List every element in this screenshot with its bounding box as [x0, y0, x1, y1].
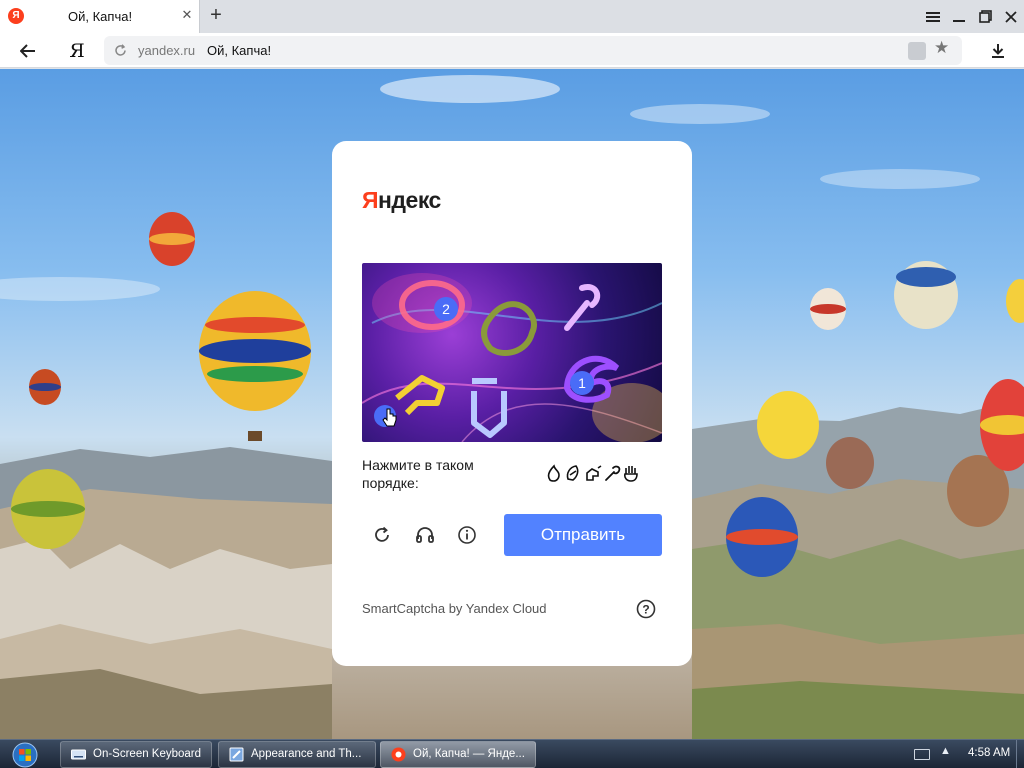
windows-taskbar: On-Screen Keyboard Appearance and Th... …: [0, 739, 1024, 768]
wrench-icon: [605, 465, 621, 481]
bookmark-star-icon[interactable]: ★: [934, 38, 949, 58]
tab-close-icon[interactable]: ✕: [180, 7, 194, 23]
help-icon[interactable]: ?: [635, 598, 657, 620]
icon-sequence: [546, 463, 642, 483]
close-icon[interactable]: [998, 0, 1024, 33]
puzzle-leaf-shape: [481, 301, 537, 356]
flame-icon: [547, 464, 560, 482]
keyboard-icon: [71, 747, 86, 762]
reload-icon[interactable]: [112, 42, 128, 58]
taskbar-item-appearance[interactable]: Appearance and Th...: [218, 741, 376, 768]
yandex-browser-icon: [391, 747, 406, 762]
tab-title: Ой, Капча!: [68, 9, 133, 24]
mouse-cursor-icon: [382, 408, 398, 428]
taskbar-clock[interactable]: 4:58 AM: [968, 747, 1010, 759]
puzzle-pointer-shape: [395, 375, 445, 416]
tray-expand-icon[interactable]: ▲: [940, 745, 951, 757]
download-icon[interactable]: [986, 39, 1010, 63]
help-glyph: ?: [642, 603, 649, 617]
minimize-icon[interactable]: [946, 0, 972, 33]
browser-toolbar: Я yandex.ru Ой, Капча! ★: [0, 33, 1024, 68]
click-marker-1[interactable]: 1: [570, 371, 594, 395]
start-button[interactable]: [7, 741, 43, 768]
hand-leaf-icon: [566, 465, 579, 481]
back-arrow-icon[interactable]: [16, 39, 40, 63]
restore-icon[interactable]: [972, 0, 998, 33]
hand-pointer-icon: [586, 465, 602, 481]
click-marker-2[interactable]: 2: [434, 297, 458, 321]
tab-bar: Я Ой, Капча! ✕ +: [0, 0, 1024, 33]
window-controls: [920, 0, 1024, 33]
captcha-instruction: Нажмите в таком порядке:: [362, 457, 474, 491]
taskbar-item-label: Appearance and Th...: [251, 748, 362, 760]
submit-button[interactable]: Отправить: [504, 514, 662, 556]
menu-icon[interactable]: [920, 0, 946, 33]
address-domain: yandex.ru: [138, 43, 196, 58]
taskbar-item-keyboard[interactable]: On-Screen Keyboard: [60, 741, 212, 768]
taskbar-item-label: Ой, Капча! — Янде...: [413, 748, 525, 760]
yandex-favicon-icon: Я: [8, 8, 24, 24]
refresh-icon[interactable]: [370, 523, 394, 547]
new-tab-button[interactable]: +: [206, 3, 226, 27]
palm-icon: [624, 466, 638, 482]
headphones-icon[interactable]: [413, 523, 437, 547]
tray-keyboard-icon[interactable]: [914, 749, 930, 760]
info-icon[interactable]: [455, 523, 479, 547]
captcha-image[interactable]: 2 1: [362, 263, 662, 442]
page-content: Яндекс 2 1 Нажмите в таком порядке: Отпр…: [0, 69, 1024, 739]
logo-rest: ндекс: [378, 187, 441, 213]
taskbar-item-browser[interactable]: Ой, Капча! — Янде...: [380, 741, 536, 768]
logo-first-letter: Я: [362, 187, 379, 213]
browser-tab[interactable]: Я Ой, Капча! ✕: [0, 0, 200, 33]
puzzle-palm-shape: [471, 378, 507, 438]
yandex-logo: Яндекс: [362, 187, 441, 214]
address-page-title: Ой, Капча!: [207, 43, 272, 58]
show-desktop-button[interactable]: [1016, 740, 1024, 768]
address-bar[interactable]: yandex.ru Ой, Капча! ★: [104, 36, 962, 65]
yandex-logo-button[interactable]: Я: [68, 39, 86, 63]
windows-logo-icon: [12, 742, 38, 768]
captcha-card: Яндекс 2 1 Нажмите в таком порядке: Отпр…: [332, 141, 692, 666]
taskbar-item-label: On-Screen Keyboard: [93, 748, 202, 760]
smartcaptcha-credit: SmartCaptcha by Yandex Cloud: [362, 601, 547, 616]
protect-icon[interactable]: [908, 42, 926, 60]
control-panel-icon: [229, 747, 244, 762]
